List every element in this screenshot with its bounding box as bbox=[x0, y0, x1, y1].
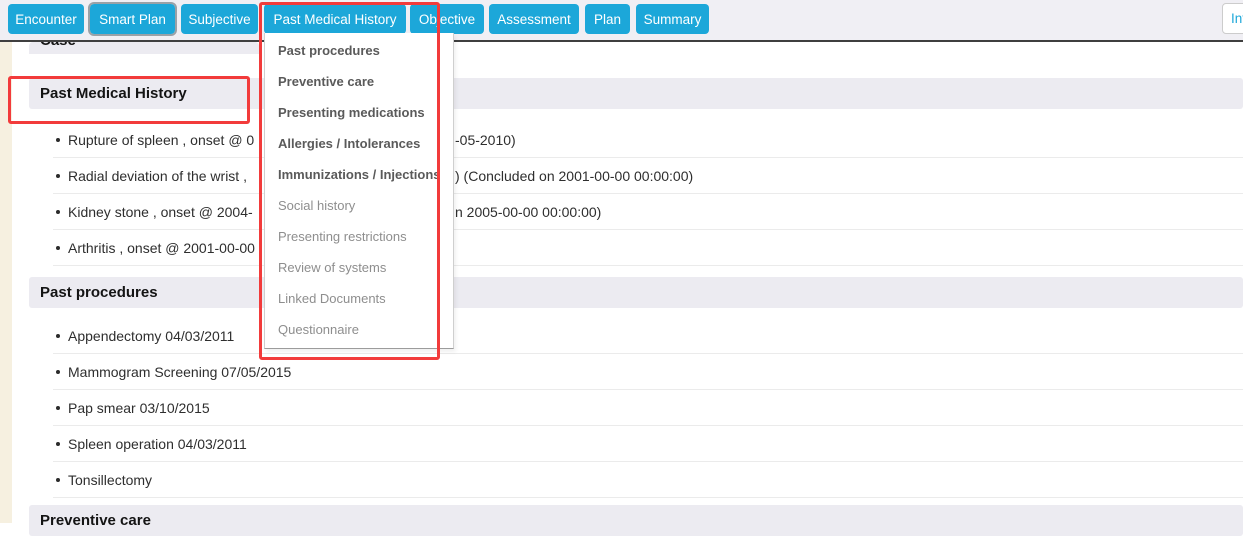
bullet-icon bbox=[56, 478, 60, 482]
tab-past-medical-history[interactable]: Past Medical History bbox=[264, 4, 406, 34]
list-item: Tonsillectomy bbox=[53, 462, 1243, 498]
tab-subjective[interactable]: Subjective bbox=[181, 4, 258, 34]
menu-item-questionnaire[interactable]: Questionnaire bbox=[265, 314, 453, 345]
menu-item-allergies-intolerances[interactable]: Allergies / Intolerances bbox=[265, 128, 453, 159]
section-title: Case bbox=[40, 42, 259, 49]
item-text-continued: n 2005-00-00 00:00:00) bbox=[455, 204, 601, 220]
section-header-past-procedures: Past procedures bbox=[29, 277, 1243, 308]
item-text: Arthritis , onset @ 2001-00-00 bbox=[68, 240, 255, 256]
section-header-past-medical-history: Past Medical History bbox=[29, 78, 1243, 109]
item-text: Pap smear 03/10/2015 bbox=[68, 400, 210, 416]
section-header-preventive-care: Preventive care bbox=[29, 505, 1243, 536]
tab-encounter[interactable]: Encounter bbox=[8, 4, 84, 34]
section-header-case-clipped: Case bbox=[29, 42, 259, 54]
list-item: Appendectomy 04/03/2011 bbox=[53, 318, 1243, 354]
section-list: Rupture of spleen , onset @ 0 -05-2010) Ra… bbox=[53, 122, 1243, 266]
tab-plan[interactable]: Plan bbox=[585, 4, 630, 34]
item-text: Tonsillectomy bbox=[68, 472, 152, 488]
section-list: Appendectomy 04/03/2011 Mammogram Screeni… bbox=[53, 318, 1243, 498]
item-text: Kidney stone , onset @ 2004- bbox=[68, 204, 253, 220]
item-text-continued: ) (Concluded on 2001-00-00 00:00:00) bbox=[455, 168, 693, 184]
page-left-margin bbox=[0, 42, 12, 523]
bullet-icon bbox=[56, 406, 60, 410]
intake-button[interactable]: Int bbox=[1222, 3, 1243, 34]
menu-item-presenting-medications[interactable]: Presenting medications bbox=[265, 97, 453, 128]
bullet-icon bbox=[56, 334, 60, 338]
item-text: Radial deviation of the wrist , bbox=[68, 168, 247, 184]
bullet-icon bbox=[56, 442, 60, 446]
section-title: Past Medical History bbox=[29, 78, 1243, 102]
past-medical-history-dropdown: Past proceduresPreventive carePresenting… bbox=[264, 33, 454, 349]
list-item: Rupture of spleen , onset @ 0 -05-2010) bbox=[53, 122, 1243, 158]
menu-item-preventive-care[interactable]: Preventive care bbox=[265, 66, 453, 97]
menu-item-presenting-restrictions[interactable]: Presenting restrictions bbox=[265, 221, 453, 252]
list-item: Arthritis , onset @ 2001-00-00 bbox=[53, 230, 1243, 266]
menu-item-linked-documents[interactable]: Linked Documents bbox=[265, 283, 453, 314]
section-title: Past procedures bbox=[29, 277, 1243, 301]
item-text: Mammogram Screening 07/05/2015 bbox=[68, 364, 291, 380]
bullet-icon bbox=[56, 174, 60, 178]
menu-item-immunizations-injections[interactable]: Immunizations / Injections bbox=[265, 159, 453, 190]
item-text: Rupture of spleen , onset @ 0 bbox=[68, 132, 254, 148]
tab-summary[interactable]: Summary bbox=[636, 4, 709, 34]
nav-bar: Int EncounterSmart PlanSubjectivePast Me… bbox=[0, 0, 1243, 42]
tab-assessment[interactable]: Assessment bbox=[489, 4, 579, 34]
list-item: Kidney stone , onset @ 2004- n 2005-00-00… bbox=[53, 194, 1243, 230]
item-text-continued: -05-2010) bbox=[455, 132, 516, 148]
bullet-icon bbox=[56, 370, 60, 374]
menu-item-past-procedures[interactable]: Past procedures bbox=[265, 35, 453, 66]
item-text: Spleen operation 04/03/2011 bbox=[68, 436, 247, 452]
section-title: Preventive care bbox=[29, 505, 1243, 529]
list-item: Spleen operation 04/03/2011 bbox=[53, 426, 1243, 462]
tab-smart-plan[interactable]: Smart Plan bbox=[90, 4, 175, 34]
item-text: Appendectomy 04/03/2011 bbox=[68, 328, 234, 344]
list-item: Pap smear 03/10/2015 bbox=[53, 390, 1243, 426]
tab-objective[interactable]: Objective bbox=[410, 4, 484, 34]
bullet-icon bbox=[56, 246, 60, 250]
list-item: Mammogram Screening 07/05/2015 bbox=[53, 354, 1243, 390]
menu-item-review-of-systems[interactable]: Review of systems bbox=[265, 252, 453, 283]
list-item: Radial deviation of the wrist , ) (Concl… bbox=[53, 158, 1243, 194]
bullet-icon bbox=[56, 210, 60, 214]
bullet-icon bbox=[56, 138, 60, 142]
menu-item-social-history[interactable]: Social history bbox=[265, 190, 453, 221]
